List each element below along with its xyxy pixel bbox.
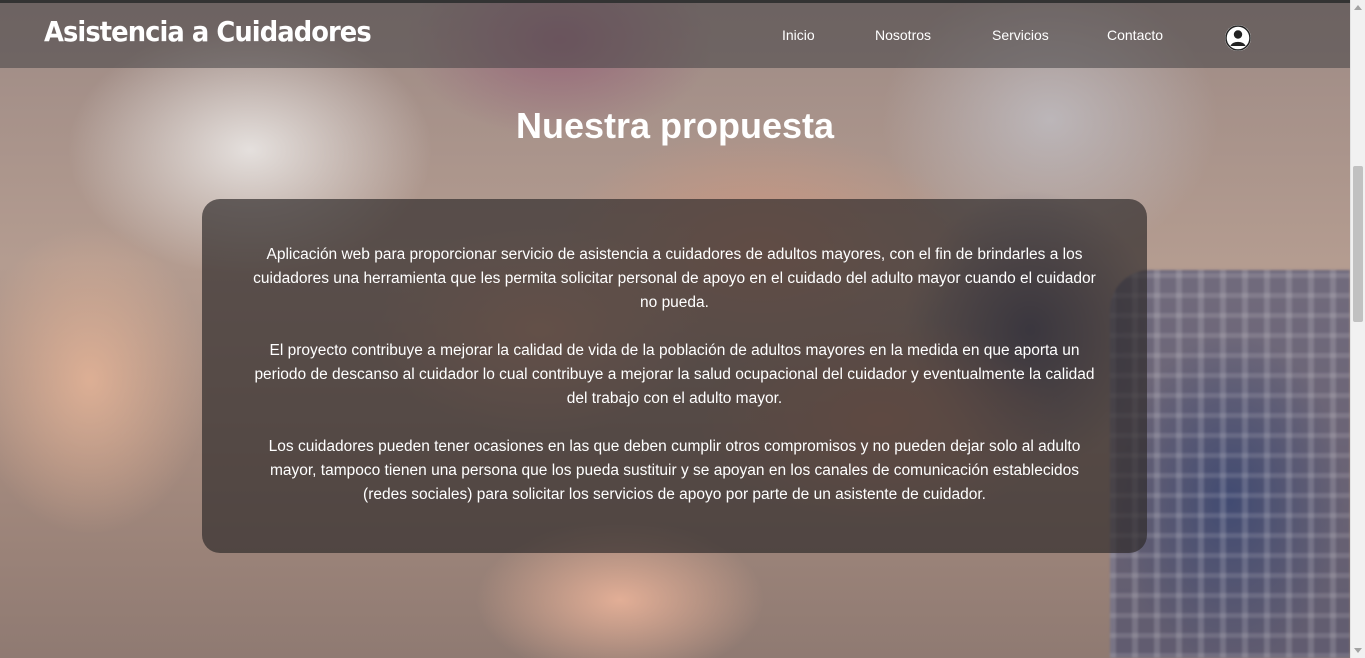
proposal-paragraph-2: El proyecto contribuye a mejorar la cali… [254,342,1095,407]
navbar: Asistencia a Cuidadores Inicio Nosotros … [0,0,1350,68]
proposal-paragraph-1: Aplicación web para proporcionar servici… [253,246,1096,311]
nav-link-nosotros[interactable]: Nosotros [875,27,931,43]
page-title: Nuestra propuesta [515,105,835,146]
proposal-paragraph-3: Los cuidadores pueden tener ocasiones en… [268,438,1081,503]
user-circle-icon[interactable] [1225,25,1251,51]
brand-logo-text[interactable]: Asistencia a Cuidadores [44,15,372,48]
nav-link-contacto[interactable]: Contacto [1107,27,1163,43]
nav-link-servicios[interactable]: Servicios [992,27,1049,43]
nav-link-inicio[interactable]: Inicio [782,27,815,43]
vertical-scrollbar[interactable] [1350,0,1365,658]
scrollbar-thumb[interactable] [1353,166,1363,322]
scroll-down-arrow-icon[interactable] [1354,648,1362,653]
scroll-up-arrow-icon[interactable] [1354,5,1362,10]
proposal-card: Aplicación web para proporcionar servici… [202,199,1147,553]
